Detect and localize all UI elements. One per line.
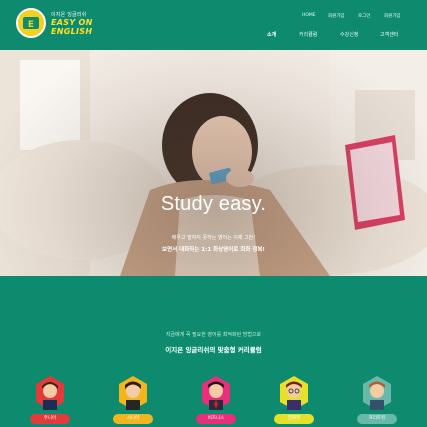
logo-line-2: ENGLISH [51,27,93,36]
curriculum-section: 지금에게 꼭 필요한 영어를 최적화된 방법으로 이지온 잉글리쉬의 맞춤형 커… [0,276,427,427]
svg-text:E: E [28,20,34,30]
course-free-talking[interactable]: 프리토킹 [357,376,397,426]
course-business[interactable]: 비즈니스 [196,376,236,426]
logo-korean-name: 이지온 잉글리쉬 [51,12,87,18]
logo-line-1: EASY ON [51,18,93,27]
course-label-business: 비즈니스 [196,414,236,424]
nav-support[interactable]: 고객센터 [380,31,398,38]
curriculum-subtitle: 지금에게 꼭 필요한 영어를 최적화된 방법으로 [165,332,262,338]
course-label-free-talking: 프리토킹 [357,414,397,424]
course-label-phone: 전화영 [274,414,314,424]
course-phone[interactable]: 전화영 [274,376,314,426]
util-link-join[interactable]: 회원가입 [328,13,345,19]
senior-student-icon [119,376,147,410]
course-label-senior: 시니어 [113,414,153,424]
nav-about[interactable]: 소개 [267,31,276,38]
hero-subtitle-2: 보면서 대화하는 1:1 화상영어로 회화 정복! [162,247,265,253]
logo-badge-icon: E [16,8,46,38]
site-logo[interactable]: E 이지온 잉글리쉬 EASY ON ENGLISH [16,8,106,42]
course-senior[interactable]: 시니어 [113,376,153,426]
util-link-login[interactable]: 로그인 [358,13,370,19]
junior-student-icon [36,376,64,410]
nav-apply[interactable]: 수강신청 [340,31,358,38]
phone-english-icon [280,376,308,410]
business-person-icon [202,376,230,410]
course-label-junior: 주니어 [30,414,70,424]
hero-subtitle-1: 배우고 말하지 못하는 영어는 이제 그만! [171,235,256,241]
nav-curriculum[interactable]: 커리큘럼 [299,31,317,38]
free-talking-icon [363,376,391,410]
site-header: E 이지온 잉글리쉬 EASY ON ENGLISH HOME 회원가입 로그인… [0,0,427,50]
util-link-signup[interactable]: 회원가입 [384,13,401,19]
hero-banner: Study easy. 배우고 말하지 못하는 영어는 이제 그만! 보면서 대… [0,50,427,276]
curriculum-title: 이지온 잉글리쉬의 맞춤형 커리큘럼 [165,346,262,354]
util-link-home[interactable]: HOME [302,13,316,18]
logo-wordmark: EASY ON ENGLISH [51,18,111,36]
hero-shade [0,50,427,276]
hero-title: Study easy. [160,193,267,215]
course-junior[interactable]: 주니어 [30,376,70,426]
